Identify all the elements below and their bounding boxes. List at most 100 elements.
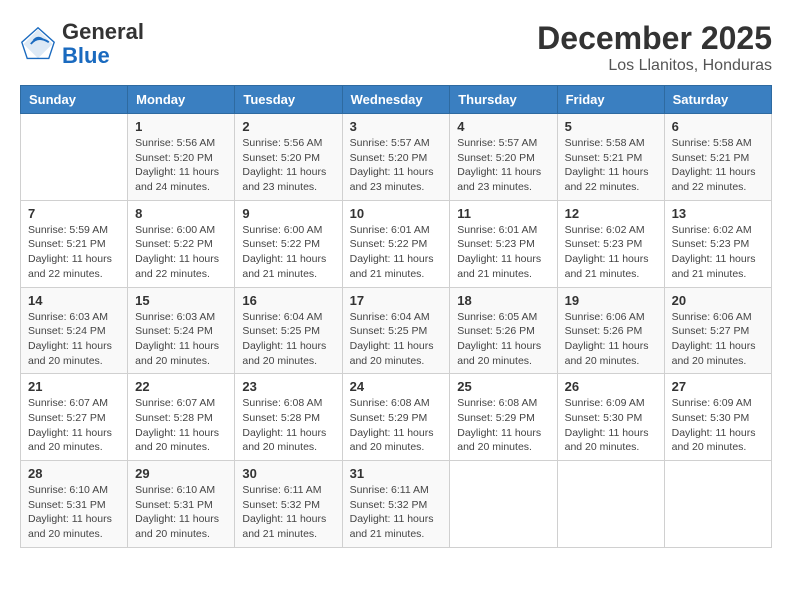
- day-info: Sunrise: 6:08 AM Sunset: 5:28 PM Dayligh…: [242, 396, 334, 455]
- day-info: Sunrise: 6:06 AM Sunset: 5:26 PM Dayligh…: [565, 310, 657, 369]
- day-cell: 10 Sunrise: 6:01 AM Sunset: 5:22 PM Dayli…: [342, 200, 450, 287]
- header-wednesday: Wednesday: [342, 86, 450, 114]
- day-cell: 18 Sunrise: 6:05 AM Sunset: 5:26 PM Dayli…: [450, 287, 557, 374]
- day-number: 24: [350, 379, 443, 394]
- day-cell: 26 Sunrise: 6:09 AM Sunset: 5:30 PM Dayli…: [557, 374, 664, 461]
- day-number: 5: [565, 119, 657, 134]
- day-cell: 22Sunrise: 6:07 AM Sunset: 5:28 PM Dayli…: [128, 374, 235, 461]
- main-title: December 2025: [537, 20, 772, 57]
- day-cell: 25Sunrise: 6:08 AM Sunset: 5:29 PM Dayli…: [450, 374, 557, 461]
- day-info: Sunrise: 5:58 AM Sunset: 5:21 PM Dayligh…: [672, 136, 764, 195]
- day-number: 15: [135, 293, 227, 308]
- header-saturday: Saturday: [664, 86, 771, 114]
- logo: General Blue: [20, 20, 144, 68]
- day-info: Sunrise: 6:11 AM Sunset: 5:32 PM Dayligh…: [350, 483, 443, 542]
- day-cell: [450, 461, 557, 548]
- day-number: 23: [242, 379, 334, 394]
- day-number: 26: [565, 379, 657, 394]
- day-info: Sunrise: 6:01 AM Sunset: 5:22 PM Dayligh…: [350, 223, 443, 282]
- day-info: Sunrise: 6:10 AM Sunset: 5:31 PM Dayligh…: [135, 483, 227, 542]
- header-monday: Monday: [128, 86, 235, 114]
- day-info: Sunrise: 6:01 AM Sunset: 5:23 PM Dayligh…: [457, 223, 549, 282]
- day-cell: 21 Sunrise: 6:07 AM Sunset: 5:27 PM Dayli…: [21, 374, 128, 461]
- day-number: 28: [28, 466, 120, 481]
- day-number: 21: [28, 379, 120, 394]
- week-row-3: 14 Sunrise: 6:03 AM Sunset: 5:24 PM Dayli…: [21, 287, 772, 374]
- logo-blue: Blue: [62, 43, 110, 68]
- day-cell: 2Sunrise: 5:56 AM Sunset: 5:20 PM Daylig…: [235, 114, 342, 201]
- day-number: 18: [457, 293, 549, 308]
- day-info: Sunrise: 6:03 AM Sunset: 5:24 PM Dayligh…: [28, 310, 120, 369]
- day-number: 30: [242, 466, 334, 481]
- day-number: 4: [457, 119, 549, 134]
- day-cell: 23 Sunrise: 6:08 AM Sunset: 5:28 PM Dayli…: [235, 374, 342, 461]
- day-cell: [664, 461, 771, 548]
- day-number: 2: [242, 119, 334, 134]
- day-cell: 19 Sunrise: 6:06 AM Sunset: 5:26 PM Dayli…: [557, 287, 664, 374]
- subtitle: Los Llanitos, Honduras: [537, 57, 772, 75]
- day-cell: 5 Sunrise: 5:58 AM Sunset: 5:21 PM Daylig…: [557, 114, 664, 201]
- day-number: 7: [28, 206, 120, 221]
- day-info: Sunrise: 6:05 AM Sunset: 5:26 PM Dayligh…: [457, 310, 549, 369]
- day-number: 19: [565, 293, 657, 308]
- day-cell: 30 Sunrise: 6:11 AM Sunset: 5:32 PM Dayli…: [235, 461, 342, 548]
- day-cell: 4 Sunrise: 5:57 AM Sunset: 5:20 PM Daylig…: [450, 114, 557, 201]
- day-info: Sunrise: 6:11 AM Sunset: 5:32 PM Dayligh…: [242, 483, 334, 542]
- day-cell: 14 Sunrise: 6:03 AM Sunset: 5:24 PM Dayli…: [21, 287, 128, 374]
- day-cell: 1Sunrise: 5:56 AM Sunset: 5:20 PM Daylig…: [128, 114, 235, 201]
- day-info: Sunrise: 6:06 AM Sunset: 5:27 PM Dayligh…: [672, 310, 764, 369]
- header-tuesday: Tuesday: [235, 86, 342, 114]
- day-number: 1: [135, 119, 227, 134]
- day-info: Sunrise: 6:09 AM Sunset: 5:30 PM Dayligh…: [565, 396, 657, 455]
- day-cell: [557, 461, 664, 548]
- week-row-1: 1Sunrise: 5:56 AM Sunset: 5:20 PM Daylig…: [21, 114, 772, 201]
- day-cell: 6 Sunrise: 5:58 AM Sunset: 5:21 PM Daylig…: [664, 114, 771, 201]
- day-number: 29: [135, 466, 227, 481]
- logo-text: General Blue: [62, 20, 144, 68]
- day-cell: 11 Sunrise: 6:01 AM Sunset: 5:23 PM Dayli…: [450, 200, 557, 287]
- day-number: 3: [350, 119, 443, 134]
- day-number: 13: [672, 206, 764, 221]
- day-info: Sunrise: 6:03 AM Sunset: 5:24 PM Dayligh…: [135, 310, 227, 369]
- day-info: Sunrise: 6:07 AM Sunset: 5:27 PM Dayligh…: [28, 396, 120, 455]
- day-info: Sunrise: 5:57 AM Sunset: 5:20 PM Dayligh…: [457, 136, 549, 195]
- day-cell: 13 Sunrise: 6:02 AM Sunset: 5:23 PM Dayli…: [664, 200, 771, 287]
- day-cell: 7 Sunrise: 5:59 AM Sunset: 5:21 PM Daylig…: [21, 200, 128, 287]
- day-cell: 16 Sunrise: 6:04 AM Sunset: 5:25 PM Dayli…: [235, 287, 342, 374]
- day-cell: 29 Sunrise: 6:10 AM Sunset: 5:31 PM Dayli…: [128, 461, 235, 548]
- logo-general: General: [62, 19, 144, 44]
- day-cell: 31Sunrise: 6:11 AM Sunset: 5:32 PM Dayli…: [342, 461, 450, 548]
- day-cell: 27Sunrise: 6:09 AM Sunset: 5:30 PM Dayli…: [664, 374, 771, 461]
- page-header: General Blue December 2025 Los Llanitos,…: [20, 20, 772, 75]
- header-thursday: Thursday: [450, 86, 557, 114]
- day-info: Sunrise: 6:04 AM Sunset: 5:25 PM Dayligh…: [350, 310, 443, 369]
- calendar-table: SundayMondayTuesdayWednesdayThursdayFrid…: [20, 85, 772, 548]
- day-cell: 9Sunrise: 6:00 AM Sunset: 5:22 PM Daylig…: [235, 200, 342, 287]
- day-number: 12: [565, 206, 657, 221]
- day-number: 27: [672, 379, 764, 394]
- day-number: 8: [135, 206, 227, 221]
- week-row-4: 21 Sunrise: 6:07 AM Sunset: 5:27 PM Dayli…: [21, 374, 772, 461]
- day-info: Sunrise: 6:04 AM Sunset: 5:25 PM Dayligh…: [242, 310, 334, 369]
- day-info: Sunrise: 6:10 AM Sunset: 5:31 PM Dayligh…: [28, 483, 120, 542]
- day-info: Sunrise: 5:58 AM Sunset: 5:21 PM Dayligh…: [565, 136, 657, 195]
- logo-icon: [20, 26, 56, 62]
- day-cell: 15 Sunrise: 6:03 AM Sunset: 5:24 PM Dayli…: [128, 287, 235, 374]
- day-info: Sunrise: 6:02 AM Sunset: 5:23 PM Dayligh…: [565, 223, 657, 282]
- day-number: 10: [350, 206, 443, 221]
- header-friday: Friday: [557, 86, 664, 114]
- day-number: 9: [242, 206, 334, 221]
- day-info: Sunrise: 6:02 AM Sunset: 5:23 PM Dayligh…: [672, 223, 764, 282]
- day-number: 11: [457, 206, 549, 221]
- week-row-2: 7 Sunrise: 5:59 AM Sunset: 5:21 PM Daylig…: [21, 200, 772, 287]
- day-number: 6: [672, 119, 764, 134]
- calendar-header-row: SundayMondayTuesdayWednesdayThursdayFrid…: [21, 86, 772, 114]
- header-sunday: Sunday: [21, 86, 128, 114]
- day-cell: 20Sunrise: 6:06 AM Sunset: 5:27 PM Dayli…: [664, 287, 771, 374]
- day-cell: 12 Sunrise: 6:02 AM Sunset: 5:23 PM Dayli…: [557, 200, 664, 287]
- day-info: Sunrise: 6:07 AM Sunset: 5:28 PM Dayligh…: [135, 396, 227, 455]
- day-cell: 28 Sunrise: 6:10 AM Sunset: 5:31 PM Dayli…: [21, 461, 128, 548]
- day-info: Sunrise: 5:59 AM Sunset: 5:21 PM Dayligh…: [28, 223, 120, 282]
- day-number: 14: [28, 293, 120, 308]
- day-number: 16: [242, 293, 334, 308]
